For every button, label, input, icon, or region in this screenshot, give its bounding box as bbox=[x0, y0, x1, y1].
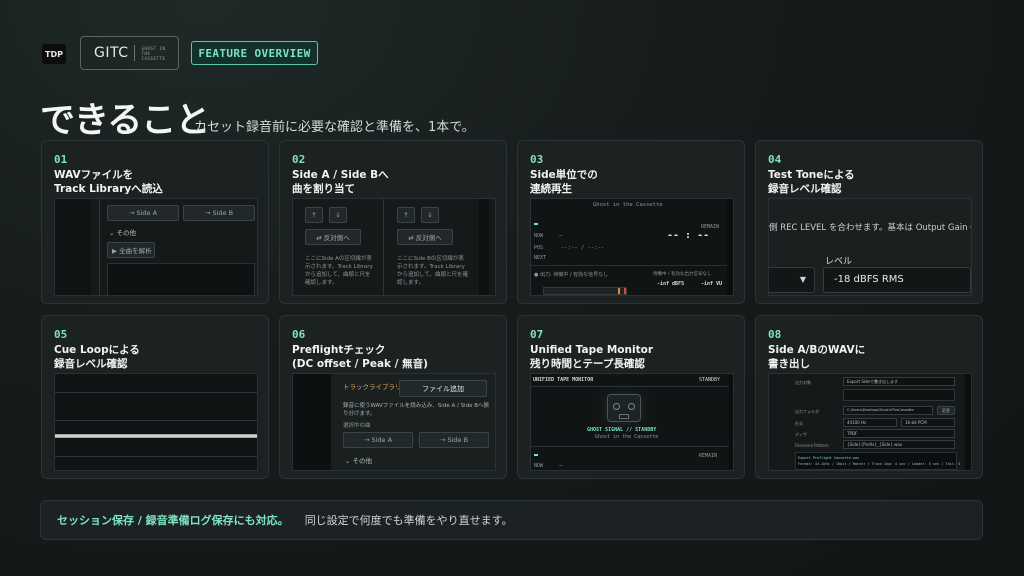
dither-select[interactable]: TPDF bbox=[843, 429, 955, 438]
card-number: 08 bbox=[768, 328, 782, 341]
card-title: Side A / Side Bへ 曲を割り当て bbox=[292, 169, 389, 195]
logo-subtitle: GHOST IN THE CASSETTE bbox=[141, 45, 166, 61]
bit-depth-select[interactable]: 16-bit PCM bbox=[901, 418, 955, 427]
dither-label: ディザ bbox=[795, 432, 807, 437]
add-file-button[interactable]: ファイル追加 bbox=[399, 380, 487, 397]
feature-card-06: 06 Preflightチェック (DC offset / Peak / 無音) … bbox=[279, 315, 507, 479]
card-title: Side A/BのWAVに 書き出し bbox=[768, 344, 866, 370]
standby-label: STANDBY bbox=[699, 377, 721, 383]
output-folder-label: 出力フォルダ bbox=[795, 409, 819, 414]
move-down-button[interactable]: ↓ bbox=[329, 207, 347, 223]
move-up-button[interactable]: ↑ bbox=[397, 207, 415, 223]
level-input[interactable]: -18 dBFS RMS bbox=[823, 267, 971, 293]
card-screenshot: → Side A → Side B ⌄ その他 ▶ 全曲を解析 bbox=[54, 198, 258, 296]
swap-side-button[interactable]: ⇄ 反対側へ bbox=[305, 229, 361, 245]
now-label: NOW bbox=[534, 463, 544, 469]
feature-card-01: 01 WAVファイルを Track Libraryへ読込 → Side A → S… bbox=[41, 140, 269, 304]
ghost-subtitle: Ghost in the Cassette bbox=[595, 434, 659, 440]
side-a-button[interactable]: → Side A bbox=[107, 205, 179, 221]
analyze-button[interactable]: ▶ 全曲を解析 bbox=[107, 242, 155, 258]
logo-name: GITC bbox=[94, 45, 129, 61]
page-title: できること bbox=[40, 101, 210, 141]
track-library-label: トラックライブラリ bbox=[343, 383, 402, 391]
now-label: NOW bbox=[534, 233, 544, 239]
format-label: 形式 bbox=[795, 421, 803, 426]
remain-time: -- : -- bbox=[667, 230, 710, 241]
pos-label: POS bbox=[534, 245, 544, 251]
card-screenshot: 出力対象 Export Sideで書き出します 出力フォルダ C:\Users\… bbox=[768, 373, 972, 471]
feature-card-07: 07 Unified Tape Monitor 残り時間とテープ長確認 UNIFI… bbox=[517, 315, 745, 479]
card-number: 06 bbox=[292, 328, 306, 341]
side-b-button[interactable]: → Side B bbox=[183, 205, 255, 221]
feature-card-04: 04 Test Toneによる 録音レベル確認 側 REC LEVEL を合わせま… bbox=[755, 140, 983, 304]
gitc-logo: GITC GHOST IN THE CASSETTE bbox=[80, 36, 179, 70]
chevron-down-icon: ▼ bbox=[799, 275, 806, 284]
card-number: 03 bbox=[530, 153, 544, 166]
card-number: 05 bbox=[54, 328, 68, 341]
other-toggle[interactable]: ⌄ その他 bbox=[345, 455, 372, 465]
export-log-line: Format: 44.1kHz / 16bit / Master / Track… bbox=[798, 462, 961, 466]
card-title: Test Toneによる 録音レベル確認 bbox=[768, 169, 855, 195]
card-title: Preflightチェック (DC offset / Peak / 無音) bbox=[292, 344, 428, 370]
vu-readout: -inf VU bbox=[701, 281, 723, 287]
filename-pattern-input[interactable]: {Side}{Prefix}_{Side}.wav bbox=[843, 440, 955, 449]
feature-card-05: 05 Cue Loopによる 録音レベル確認 bbox=[41, 315, 269, 479]
card-screenshot: 側 REC LEVEL を合わせます。基本は Output Gain 0 レベル… bbox=[768, 198, 972, 296]
output-folder-input[interactable]: C:\Users\Desktop\GhostInTheCassette bbox=[843, 406, 933, 415]
tdp-logo: TDP bbox=[42, 44, 66, 64]
card-title: Unified Tape Monitor 残り時間とテープ長確認 bbox=[530, 344, 654, 370]
selected-track-label: 選択中の曲 bbox=[343, 423, 371, 429]
output-status: ● 出力: 待機中 / 有効な信号なし bbox=[534, 272, 609, 278]
cassette-icon bbox=[607, 394, 641, 422]
move-down-button[interactable]: ↓ bbox=[421, 207, 439, 223]
position-time: --:-- / --:-- bbox=[561, 245, 605, 251]
other-toggle[interactable]: ⌄ その他 bbox=[109, 227, 136, 237]
ghost-label: Ghost in the Cassette bbox=[593, 202, 663, 208]
swap-side-button[interactable]: ⇄ 反対側へ bbox=[397, 229, 453, 245]
footer-text: 同じ設定で何度でも準備をやり直せます。 bbox=[304, 514, 513, 527]
card-number: 04 bbox=[768, 153, 782, 166]
card-title: Side単位での 連続再生 bbox=[530, 169, 598, 195]
card-screenshot: ↑ ↓ ⇄ 反対側へ ここにSide Aの区切線が表示されます。Track Li… bbox=[292, 198, 496, 296]
card-screenshot: Ghost in the Cassette REMAIN NOW — -- : … bbox=[530, 198, 734, 296]
cue-loop-bar bbox=[55, 434, 257, 438]
card-screenshot: UNIFIED TAPE MONITOR STANDBY GHOST SIGNA… bbox=[530, 373, 734, 471]
logo-divider bbox=[134, 45, 136, 61]
library-description: 録音に使うWAVファイルを読み込み、Side A / Side Bへ振り分けます… bbox=[343, 403, 489, 417]
remain-label: REMAIN bbox=[699, 453, 718, 459]
card-number: 01 bbox=[54, 153, 68, 166]
tape-monitor-label: UNIFIED TAPE MONITOR bbox=[533, 377, 594, 383]
filename-pattern-label: Filename Pattern bbox=[795, 443, 829, 448]
dbfs-readout: -inf dBFS bbox=[657, 281, 685, 287]
page-subtitle: カセット録音前に必要な確認と準備を、1本で。 bbox=[194, 120, 475, 135]
card-title: WAVファイルを Track Libraryへ読込 bbox=[54, 169, 163, 195]
level-dropdown[interactable]: ▼ bbox=[769, 267, 815, 293]
side-a-description: ここにSide Aの区切線が表示されます。Track Libraryから追加して… bbox=[305, 256, 373, 286]
sample-rate-select[interactable]: 44100 Hz bbox=[843, 418, 897, 427]
level-label: レベル bbox=[825, 257, 853, 267]
card-screenshot bbox=[54, 373, 258, 471]
change-folder-button[interactable]: 変更 bbox=[937, 406, 955, 415]
side-a-button[interactable]: → Side A bbox=[343, 432, 413, 448]
card-screenshot: トラックライブラリ ファイル追加 録音に使うWAVファイルを読み込み、Side … bbox=[292, 373, 496, 471]
side-b-description: ここにSide Bの区切線が表示されます。Track Libraryから追加して… bbox=[397, 256, 469, 286]
card-title: Cue Loopによる 録音レベル確認 bbox=[54, 344, 140, 370]
feature-card-03: 03 Side単位での 連続再生 Ghost in the Cassette RE… bbox=[517, 140, 745, 304]
next-label: NEXT bbox=[534, 255, 547, 261]
footer-highlight: セッション保存 / 録音準備ログ保存にも対応。 bbox=[57, 514, 289, 527]
rec-level-hint: 側 REC LEVEL を合わせます。基本は Output Gain 0 bbox=[769, 223, 972, 233]
card-number: 02 bbox=[292, 153, 306, 166]
footer-banner: セッション保存 / 録音準備ログ保存にも対応。 同じ設定で何度でも準備をやり直せ… bbox=[40, 500, 983, 540]
level-meter bbox=[543, 287, 627, 295]
card-number: 07 bbox=[530, 328, 544, 341]
export-target-select[interactable]: Export Sideで書き出します bbox=[843, 377, 955, 386]
feature-card-02: 02 Side A / Side Bへ 曲を割り当て ↑ ↓ ⇄ 反対側へ ここに… bbox=[279, 140, 507, 304]
sidebar-panel bbox=[55, 199, 91, 295]
export-target-label: 出力対象 bbox=[795, 380, 811, 385]
move-up-button[interactable]: ↑ bbox=[305, 207, 323, 223]
side-b-button[interactable]: → Side B bbox=[419, 432, 489, 448]
feature-overview-badge: FEATURE OVERVIEW bbox=[191, 41, 318, 65]
meter-status: 待機中 / 有効な出力信号なし bbox=[653, 272, 712, 277]
feature-card-08: 08 Side A/BのWAVに 書き出し 出力対象 Export Sideで書き… bbox=[755, 315, 983, 479]
